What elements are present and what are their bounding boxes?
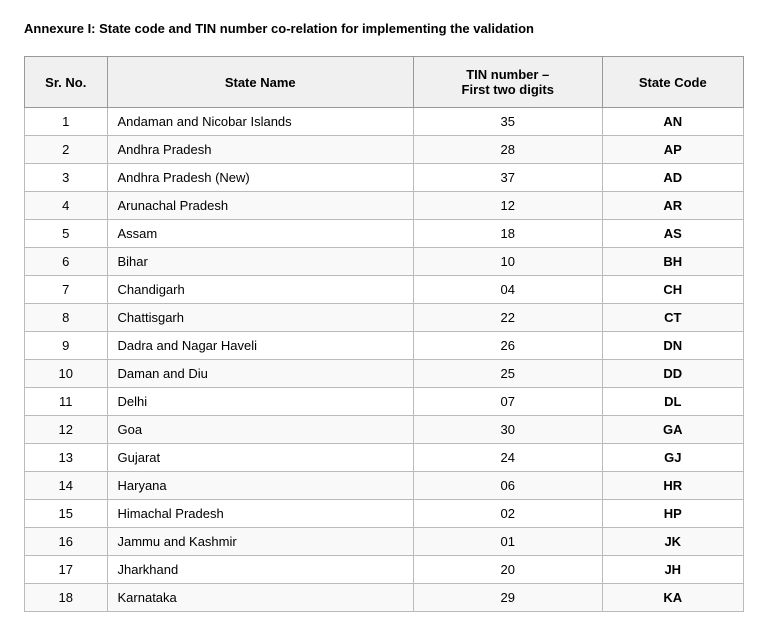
table-row: 3Andhra Pradesh (New)37AD [25,164,744,192]
cell-code: AD [602,164,743,192]
table-row: 13Gujarat24GJ [25,444,744,472]
cell-code: AR [602,192,743,220]
cell-code: DD [602,360,743,388]
cell-state: Goa [107,416,413,444]
cell-srno: 16 [25,528,108,556]
table-row: 6Bihar10BH [25,248,744,276]
table-row: 5Assam18AS [25,220,744,248]
cell-tin: 20 [413,556,602,584]
col-header-srno: Sr. No. [25,57,108,108]
cell-srno: 11 [25,388,108,416]
cell-tin: 35 [413,108,602,136]
table-row: 16Jammu and Kashmir01JK [25,528,744,556]
cell-srno: 4 [25,192,108,220]
page-title: Annexure I: State code and TIN number co… [24,20,744,38]
cell-tin: 30 [413,416,602,444]
cell-code: CH [602,276,743,304]
cell-code: HP [602,500,743,528]
cell-tin: 29 [413,584,602,612]
col-header-tin: TIN number –First two digits [413,57,602,108]
table-row: 2Andhra Pradesh28AP [25,136,744,164]
table-row: 18Karnataka29KA [25,584,744,612]
cell-tin: 06 [413,472,602,500]
cell-tin: 02 [413,500,602,528]
cell-code: GA [602,416,743,444]
cell-code: CT [602,304,743,332]
cell-srno: 8 [25,304,108,332]
cell-srno: 2 [25,136,108,164]
table-row: 12Goa30GA [25,416,744,444]
cell-srno: 15 [25,500,108,528]
cell-state: Arunachal Pradesh [107,192,413,220]
table-row: 7Chandigarh04CH [25,276,744,304]
cell-code: JK [602,528,743,556]
cell-srno: 17 [25,556,108,584]
cell-srno: 6 [25,248,108,276]
table-row: 15Himachal Pradesh02HP [25,500,744,528]
cell-tin: 22 [413,304,602,332]
table-row: 17Jharkhand20JH [25,556,744,584]
cell-srno: 3 [25,164,108,192]
cell-code: AN [602,108,743,136]
cell-code: AP [602,136,743,164]
cell-state: Himachal Pradesh [107,500,413,528]
cell-code: KA [602,584,743,612]
cell-tin: 12 [413,192,602,220]
cell-state: Assam [107,220,413,248]
cell-tin: 28 [413,136,602,164]
table-row: 11Delhi07DL [25,388,744,416]
table-row: 4Arunachal Pradesh12AR [25,192,744,220]
cell-tin: 25 [413,360,602,388]
cell-tin: 18 [413,220,602,248]
cell-srno: 5 [25,220,108,248]
cell-state: Daman and Diu [107,360,413,388]
cell-srno: 18 [25,584,108,612]
cell-srno: 10 [25,360,108,388]
cell-state: Chattisgarh [107,304,413,332]
cell-code: GJ [602,444,743,472]
cell-tin: 07 [413,388,602,416]
cell-state: Bihar [107,248,413,276]
state-code-table: Sr. No. State Name TIN number –First two… [24,56,744,612]
cell-tin: 10 [413,248,602,276]
table-row: 9Dadra and Nagar Haveli26DN [25,332,744,360]
cell-code: DN [602,332,743,360]
cell-state: Gujarat [107,444,413,472]
cell-state: Dadra and Nagar Haveli [107,332,413,360]
col-header-code: State Code [602,57,743,108]
cell-state: Jammu and Kashmir [107,528,413,556]
cell-state: Andhra Pradesh [107,136,413,164]
cell-tin: 37 [413,164,602,192]
cell-srno: 7 [25,276,108,304]
cell-code: JH [602,556,743,584]
cell-state: Andhra Pradesh (New) [107,164,413,192]
table-row: 8Chattisgarh22CT [25,304,744,332]
cell-state: Chandigarh [107,276,413,304]
table-row: 10Daman and Diu25DD [25,360,744,388]
cell-tin: 24 [413,444,602,472]
cell-srno: 1 [25,108,108,136]
col-header-state: State Name [107,57,413,108]
cell-state: Karnataka [107,584,413,612]
cell-state: Delhi [107,388,413,416]
cell-tin: 01 [413,528,602,556]
cell-state: Andaman and Nicobar Islands [107,108,413,136]
cell-state: Jharkhand [107,556,413,584]
cell-state: Haryana [107,472,413,500]
cell-code: HR [602,472,743,500]
cell-code: BH [602,248,743,276]
cell-tin: 04 [413,276,602,304]
table-header-row: Sr. No. State Name TIN number –First two… [25,57,744,108]
cell-srno: 14 [25,472,108,500]
cell-srno: 9 [25,332,108,360]
cell-code: DL [602,388,743,416]
cell-srno: 13 [25,444,108,472]
cell-srno: 12 [25,416,108,444]
table-row: 1Andaman and Nicobar Islands35AN [25,108,744,136]
table-row: 14Haryana06HR [25,472,744,500]
cell-code: AS [602,220,743,248]
cell-tin: 26 [413,332,602,360]
